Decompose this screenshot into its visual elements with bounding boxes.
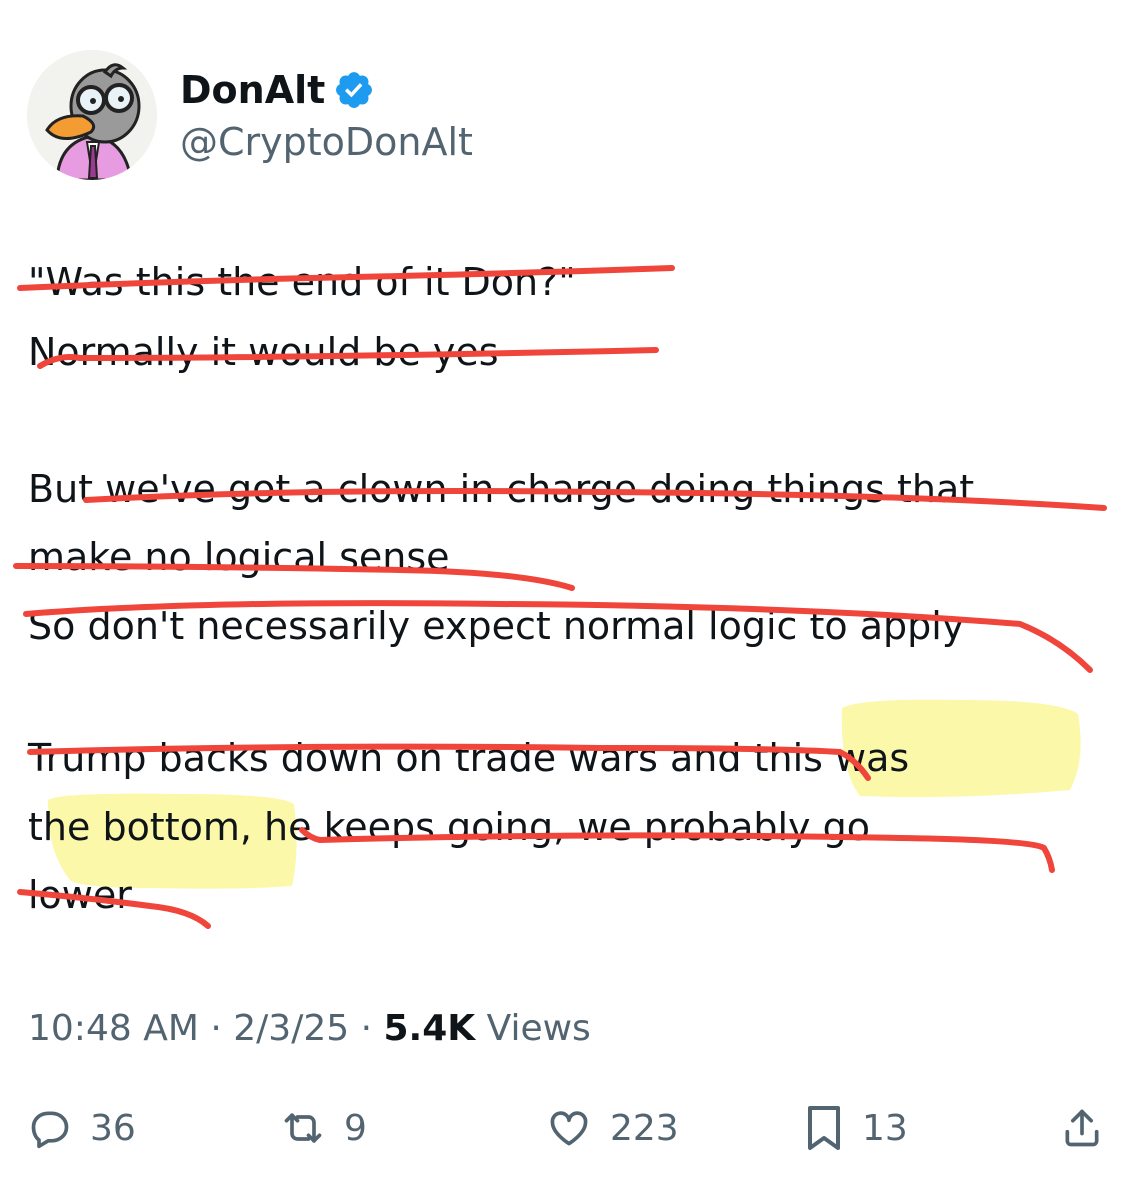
reply-button[interactable]: 36 — [28, 1098, 136, 1158]
author-handle[interactable]: @CryptoDonAlt — [180, 118, 473, 166]
tweet-line: Trump backs down on trade wars and this … — [28, 736, 910, 780]
tweet-line: "Was this the end of it Don?" — [28, 260, 576, 304]
reply-icon — [31, 1111, 69, 1149]
meta-separator: · — [210, 1008, 222, 1049]
repost-button[interactable]: 9 — [280, 1098, 367, 1158]
bookmark-count: 13 — [862, 1107, 908, 1149]
reply-count: 36 — [90, 1107, 136, 1149]
tweet-line: lower — [28, 873, 132, 917]
like-count: 223 — [610, 1107, 679, 1149]
tweet-time[interactable]: 10:48 AM — [28, 1008, 199, 1049]
share-button[interactable] — [1060, 1098, 1104, 1158]
tweet-line: So don't necessarily expect normal logic… — [28, 604, 965, 648]
tweet-meta: 10:48 AM · 2/3/25 · 5.4K Views — [28, 1005, 591, 1053]
verified-badge-icon — [336, 72, 372, 108]
bookmark-button[interactable]: 13 — [804, 1098, 908, 1158]
bookmark-icon — [808, 1106, 840, 1150]
tweet-line: make no logical sense — [28, 535, 450, 579]
repost-icon — [284, 1113, 322, 1143]
views-count: 5.4K — [383, 1008, 476, 1049]
tweet-line: But we've got a clown in charge doing th… — [28, 467, 975, 511]
views-label: Views — [486, 1008, 591, 1049]
repost-count: 9 — [344, 1107, 367, 1149]
tweet-date[interactable]: 2/3/25 — [233, 1008, 349, 1049]
author-name[interactable]: DonAlt — [180, 66, 325, 114]
meta-separator: · — [360, 1008, 373, 1049]
avatar[interactable] — [27, 50, 157, 180]
share-icon — [1065, 1109, 1099, 1147]
heart-icon — [550, 1111, 588, 1146]
tweet-line: Normally it would be yes — [28, 330, 499, 374]
tweet-line: the bottom, he keeps going, we probably … — [28, 805, 870, 849]
like-button[interactable]: 223 — [546, 1098, 679, 1158]
duck-avatar-icon — [27, 50, 157, 180]
